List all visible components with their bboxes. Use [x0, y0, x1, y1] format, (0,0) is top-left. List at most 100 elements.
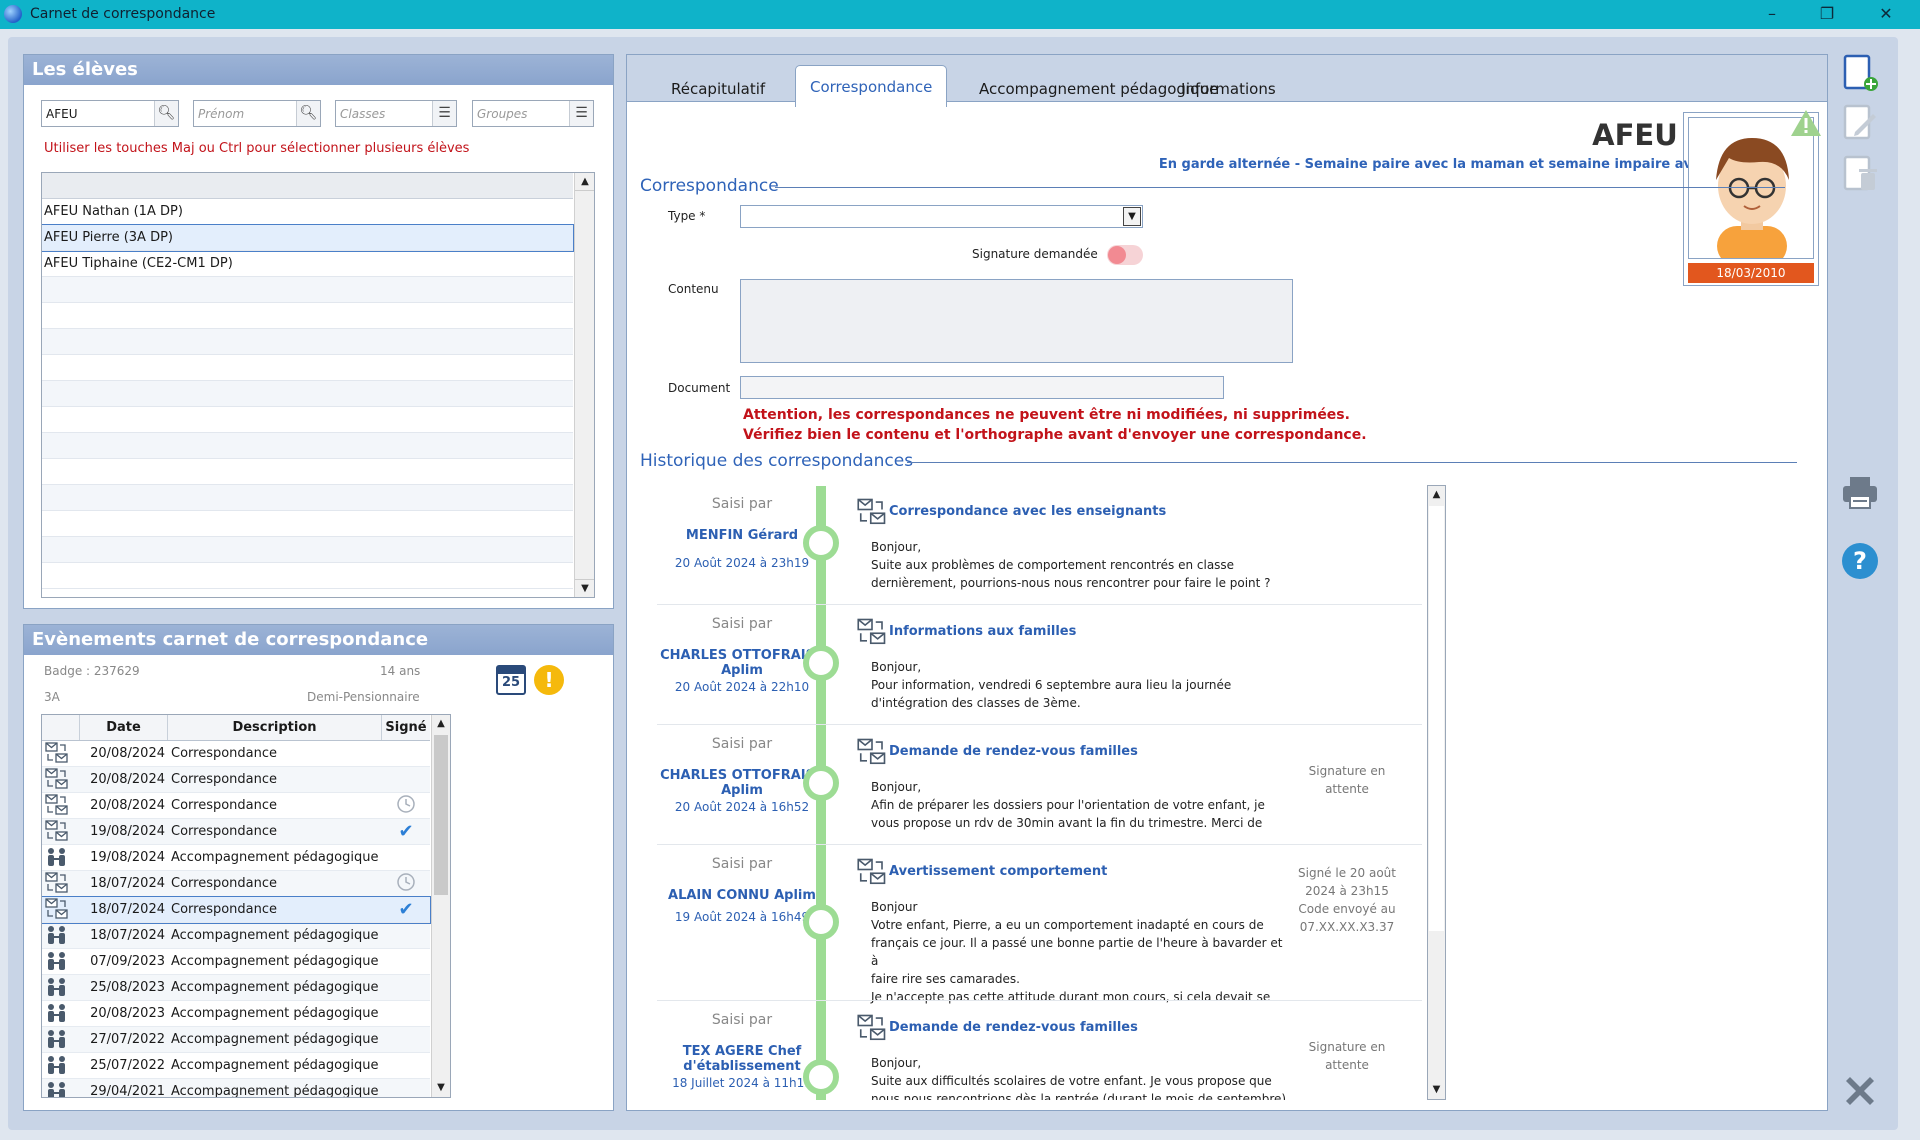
delete-icon[interactable] — [1841, 155, 1879, 193]
scroll-down-icon[interactable]: ▼ — [1428, 1081, 1445, 1099]
name-search-value: AFEU — [46, 107, 78, 121]
signature-toggle[interactable] — [1107, 245, 1143, 265]
event-row[interactable]: 29/04/2021 Accompagnement pédagogique — [42, 1079, 430, 1098]
document-field[interactable] — [740, 376, 1224, 399]
student-label: AFEU Tiphaine (CE2-CM1 DP) — [44, 256, 233, 271]
signed-check-icon: ✔ — [398, 899, 414, 920]
history-item[interactable]: Saisi par CHARLES OTTOFRAISE Aplim 20 Août… — [627, 606, 1427, 726]
content-textarea[interactable] — [740, 279, 1293, 363]
event-row[interactable]: 18/07/2024 Accompagnement pédagogique — [42, 923, 430, 949]
chevron-down-icon[interactable]: ▼ — [1123, 207, 1141, 226]
entry-text-line: dernièrement, pourrions-nous nous rencon… — [871, 576, 1271, 590]
col-date-header[interactable]: Date — [80, 715, 168, 740]
list-icon[interactable]: ☰ — [569, 101, 593, 126]
event-row[interactable]: 25/07/2022 Accompagnement pédagogique — [42, 1053, 430, 1079]
svg-text:?: ? — [1853, 547, 1867, 575]
list-icon[interactable]: ☰ — [432, 101, 456, 126]
timeline-node — [803, 1059, 839, 1095]
history-scrollbar[interactable]: ▲ ▼ — [1427, 485, 1446, 1100]
event-date: 29/04/2021 — [90, 1084, 165, 1098]
correspondence-icon — [857, 1014, 887, 1042]
entry-text-line: français ce jour. Il a passé une bonne p… — [871, 936, 1283, 968]
name-search-input[interactable]: AFEU 🔍︎ — [41, 100, 179, 127]
search-icon[interactable]: 🔍︎ — [154, 101, 178, 126]
search-icon[interactable]: 🔍︎ — [296, 101, 320, 126]
history-item[interactable]: Saisi par MENFIN Gérard 20 Août 2024 à 23h… — [627, 486, 1427, 606]
scroll-thumb[interactable] — [434, 735, 448, 895]
new-document-icon[interactable] — [1841, 54, 1879, 92]
saisi-label: Saisi par — [711, 736, 773, 752]
event-row[interactable]: 20/08/2024 Correspondance — [42, 741, 430, 767]
classes-placeholder: Classes — [340, 107, 386, 121]
student-row[interactable]: AFEU Tiphaine (CE2-CM1 DP) — [42, 251, 573, 277]
event-row[interactable]: 20/08/2024 Correspondance — [42, 793, 430, 819]
event-date: 07/09/2023 — [90, 954, 165, 969]
help-icon[interactable]: ? — [1841, 542, 1879, 580]
groups-select[interactable]: Groupes ☰ — [472, 100, 594, 127]
restore-icon[interactable]: ❐ — [1815, 4, 1839, 24]
warning-icon[interactable]: ! — [534, 665, 564, 695]
event-row[interactable]: 07/09/2023 Accompagnement pédagogique — [42, 949, 430, 975]
col-description-header[interactable]: Description — [168, 715, 382, 740]
entry-date: 20 Août 2024 à 23h19 — [674, 556, 810, 570]
entry-text-line: d'intégration des classes de 3ème. — [871, 696, 1081, 710]
history-item[interactable]: Saisi par CHARLES OTTOFRAISE Aplim 20 Août… — [627, 726, 1427, 846]
entry-text-line: vous propose un rdv de 30min avant la fi… — [871, 816, 1263, 830]
type-select[interactable]: ▼ — [740, 205, 1143, 228]
entry-status-line: Signature en — [1308, 1040, 1386, 1054]
entry-status-line: 07.XX.XX.X3.37 — [1299, 920, 1395, 934]
students-list-scrollbar[interactable]: ▲ ▼ — [574, 173, 594, 597]
entry-status-line: attente — [1325, 782, 1369, 796]
entry-title: Informations aux familles — [889, 624, 1077, 639]
scroll-down-icon[interactable]: ▼ — [575, 579, 594, 597]
toggle-knob — [1108, 246, 1126, 264]
empty-row — [42, 485, 573, 511]
scroll-thumb[interactable] — [1429, 506, 1444, 931]
correspondence-icon — [42, 896, 80, 924]
event-row[interactable]: 19/08/2024 Accompagnement pédagogique — [42, 845, 430, 871]
event-date: 20/08/2024 — [90, 772, 165, 787]
warning-line-1: Attention, les correspondances ne peuven… — [743, 407, 1350, 423]
event-description: Accompagnement pédagogique — [171, 1006, 379, 1021]
student-row[interactable]: AFEU Nathan (1A DP) — [42, 199, 573, 225]
calendar-day: 25 — [501, 675, 521, 690]
classes-select[interactable]: Classes ☰ — [335, 100, 457, 127]
edit-icon[interactable] — [1841, 104, 1879, 142]
close-window-icon[interactable]: ✕ — [1874, 4, 1898, 24]
event-row[interactable]: 18/07/2024 Correspondance ✔ — [42, 896, 431, 924]
event-row[interactable]: 18/07/2024 Correspondance — [42, 871, 430, 897]
tab-correspondance[interactable]: Correspondance — [795, 65, 948, 107]
event-row[interactable]: 20/08/2024 Correspondance — [42, 767, 430, 793]
scroll-up-icon[interactable]: ▲ — [1428, 486, 1445, 504]
scroll-down-icon[interactable]: ▼ — [432, 1079, 450, 1097]
student-avatar — [1688, 117, 1814, 259]
event-row[interactable]: 19/08/2024 Correspondance ✔ — [42, 819, 430, 845]
history-item[interactable]: Saisi par ALAIN CONNU Aplim 19 Août 2024 à… — [627, 846, 1427, 1004]
firstname-search-input[interactable]: Prénom 🔍︎ — [193, 100, 321, 127]
event-description: Correspondance — [171, 876, 278, 891]
pedagogic-support-icon — [42, 922, 80, 950]
close-app-icon[interactable] — [1841, 1072, 1879, 1110]
event-row[interactable]: 20/08/2023 Accompagnement pédagogique — [42, 1001, 430, 1027]
events-table-scrollbar[interactable]: ▲ ▼ — [431, 715, 450, 1097]
section-divider — [907, 462, 1797, 463]
print-icon[interactable] — [1841, 474, 1879, 512]
entry-date: 20 Août 2024 à 16h52 — [674, 800, 810, 814]
scroll-up-icon[interactable]: ▲ — [432, 715, 450, 733]
history-item[interactable]: Saisi par TEX AGERE Chef d'établissement 1… — [627, 1002, 1427, 1100]
student-row[interactable]: AFEU Pierre (3A DP) — [42, 224, 574, 252]
event-description: Correspondance — [171, 798, 278, 813]
entry-status-line: attente — [1325, 1058, 1369, 1072]
alert-icon[interactable] — [1789, 108, 1823, 138]
event-description: Accompagnement pédagogique — [171, 1058, 379, 1073]
author-name: MENFIN Gérard — [685, 528, 799, 543]
col-signed-header[interactable]: Signé — [382, 715, 430, 740]
minimize-icon[interactable]: – — [1760, 4, 1784, 24]
correspondence-icon — [857, 858, 887, 886]
event-row[interactable]: 25/08/2023 Accompagnement pédagogique — [42, 975, 430, 1001]
student-label: AFEU Nathan (1A DP) — [44, 204, 183, 219]
event-row[interactable]: 27/07/2022 Accompagnement pédagogique — [42, 1027, 430, 1053]
entry-title: Demande de rendez-vous familles — [889, 1020, 1138, 1035]
scroll-up-icon[interactable]: ▲ — [575, 173, 594, 191]
calendar-icon[interactable]: 25 — [496, 665, 526, 695]
